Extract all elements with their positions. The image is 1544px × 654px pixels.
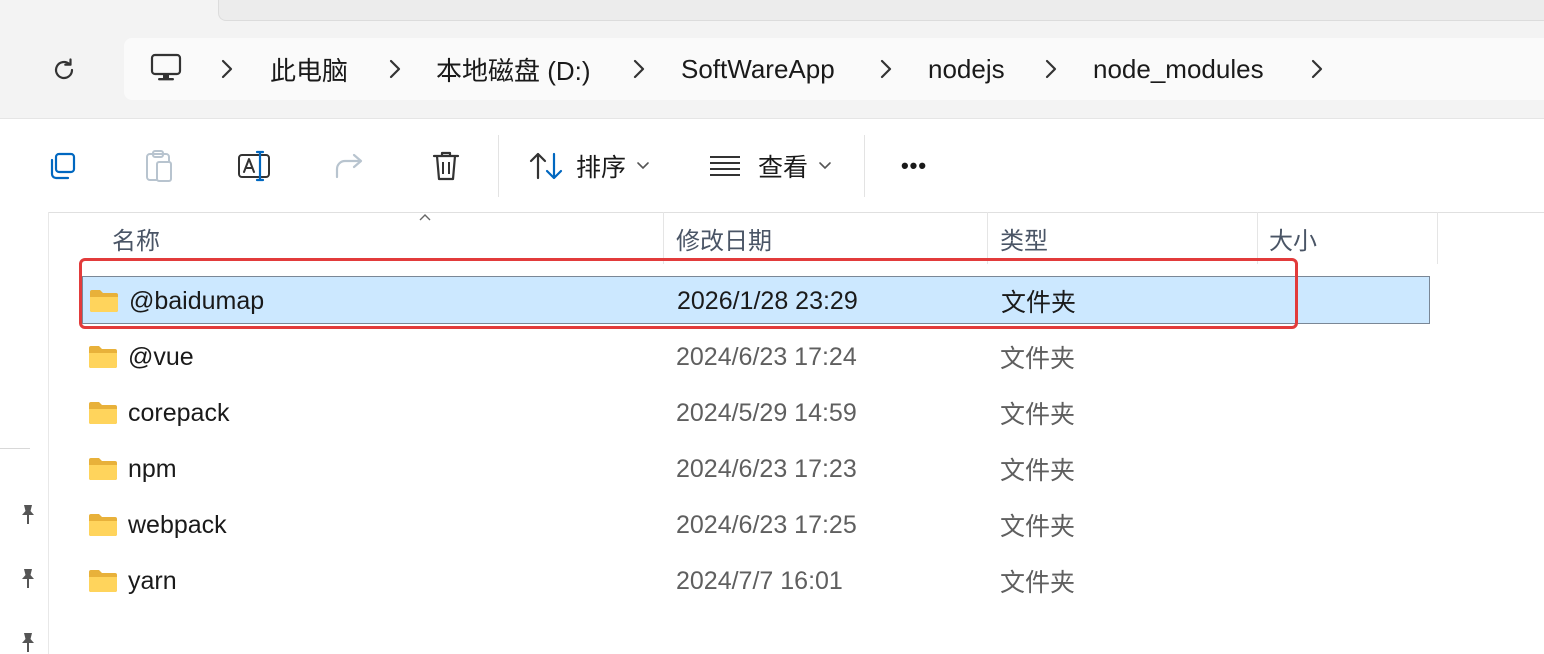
file-row[interactable]: yarn 2024/7/7 16:01 文件夹: [82, 557, 1430, 605]
column-size[interactable]: 大小: [1269, 212, 1317, 264]
copy-button[interactable]: [40, 141, 84, 191]
list-view-icon: [710, 156, 740, 176]
chevron-down-icon: [819, 162, 831, 170]
rename-button[interactable]: [232, 141, 276, 191]
breadcrumb-node-modules[interactable]: node_modules: [1093, 38, 1264, 100]
share-button[interactable]: [328, 141, 372, 191]
pin-icon[interactable]: [16, 502, 40, 526]
delete-button[interactable]: [424, 141, 468, 191]
sort-icon: [529, 152, 563, 180]
more-options-button[interactable]: •••: [890, 141, 938, 191]
breadcrumb-separator-icon[interactable]: [384, 38, 406, 100]
column-header: 名称 修改日期 类型 大小: [48, 212, 1544, 264]
this-pc-icon[interactable]: [150, 52, 182, 89]
column-divider[interactable]: [663, 212, 664, 264]
breadcrumb-separator-icon[interactable]: [216, 38, 238, 100]
file-row[interactable]: @vue 2024/6/23 17:24 文件夹: [82, 333, 1430, 381]
sort-ascending-icon: [419, 214, 431, 221]
file-row[interactable]: @baidumap 2026/1/28 23:29 文件夹: [82, 276, 1430, 324]
column-divider[interactable]: [1257, 212, 1258, 264]
file-name: @baidumap: [129, 286, 265, 315]
address-bar[interactable]: 此电脑 本地磁盘 (D:) SoftWareApp nodejs node_mo…: [124, 38, 1544, 100]
rename-icon: [238, 150, 270, 182]
file-type: 文件夹: [1000, 513, 1076, 541]
column-divider[interactable]: [987, 212, 988, 264]
folder-icon: [89, 514, 117, 536]
file-type: 文件夹: [1000, 457, 1076, 485]
navigation-pane: [0, 212, 49, 654]
pin-icon[interactable]: [16, 630, 40, 654]
sort-label: 排序: [576, 154, 627, 182]
file-modified: 2024/6/23 17:24: [676, 342, 857, 371]
column-divider[interactable]: [1437, 212, 1438, 264]
column-name[interactable]: 名称: [112, 212, 160, 264]
file-name: corepack: [128, 398, 230, 427]
breadcrumb-softwareapp[interactable]: SoftWareApp: [681, 38, 835, 100]
breadcrumb-this-pc[interactable]: 此电脑: [270, 38, 348, 100]
title-bar: 此电脑 本地磁盘 (D:) SoftWareApp nodejs node_mo…: [0, 0, 1544, 119]
share-icon: [335, 153, 363, 179]
file-modified: 2024/7/7 16:01: [676, 566, 843, 595]
breadcrumb-local-disk-d[interactable]: 本地磁盘 (D:): [436, 38, 591, 100]
breadcrumb-nodejs[interactable]: nodejs: [928, 38, 1005, 100]
command-bar: 排序 查看 •••: [0, 119, 1544, 213]
copy-icon: [50, 152, 76, 180]
file-modified: 2024/5/29 14:59: [676, 398, 857, 427]
file-name: npm: [128, 454, 177, 483]
file-row[interactable]: webpack 2024/6/23 17:25 文件夹: [82, 501, 1430, 549]
breadcrumb-separator-icon[interactable]: [1040, 38, 1062, 100]
folder-icon: [89, 402, 117, 424]
file-row[interactable]: npm 2024/6/23 17:23 文件夹: [82, 445, 1430, 493]
pin-icon[interactable]: [16, 566, 40, 590]
trash-icon: [432, 151, 460, 181]
toolbar-separator: [498, 135, 499, 197]
folder-icon: [89, 458, 117, 480]
file-row[interactable]: corepack 2024/5/29 14:59 文件夹: [82, 389, 1430, 437]
tab-strip: [218, 0, 1544, 21]
file-name: webpack: [128, 510, 227, 539]
file-modified: 2024/6/23 17:23: [676, 454, 857, 483]
folder-icon: [89, 346, 117, 368]
file-name: yarn: [128, 566, 177, 595]
breadcrumb-expand-icon[interactable]: [1306, 38, 1328, 100]
file-modified: 2024/6/23 17:25: [676, 510, 857, 539]
file-type: 文件夹: [1000, 401, 1076, 429]
breadcrumb-separator-icon[interactable]: [628, 38, 650, 100]
paste-icon: [146, 150, 172, 182]
nav-divider: [0, 448, 30, 449]
breadcrumb-separator-icon[interactable]: [875, 38, 897, 100]
file-type: 文件夹: [1000, 345, 1076, 373]
file-type: 文件夹: [1001, 289, 1077, 317]
toolbar-separator: [864, 135, 865, 197]
view-button[interactable]: 查看: [708, 141, 832, 191]
folder-icon: [90, 290, 118, 312]
sort-button[interactable]: 排序: [528, 141, 650, 191]
file-modified: 2026/1/28 23:29: [677, 286, 858, 315]
folder-icon: [89, 570, 117, 592]
refresh-button[interactable]: [44, 50, 84, 90]
chevron-down-icon: [637, 162, 649, 170]
paste-button[interactable]: [137, 141, 181, 191]
file-type: 文件夹: [1000, 569, 1076, 597]
column-type[interactable]: 类型: [1000, 212, 1048, 264]
view-label: 查看: [758, 154, 809, 182]
column-modified[interactable]: 修改日期: [676, 212, 772, 264]
file-name: @vue: [128, 342, 194, 371]
refresh-icon: [54, 58, 74, 80]
